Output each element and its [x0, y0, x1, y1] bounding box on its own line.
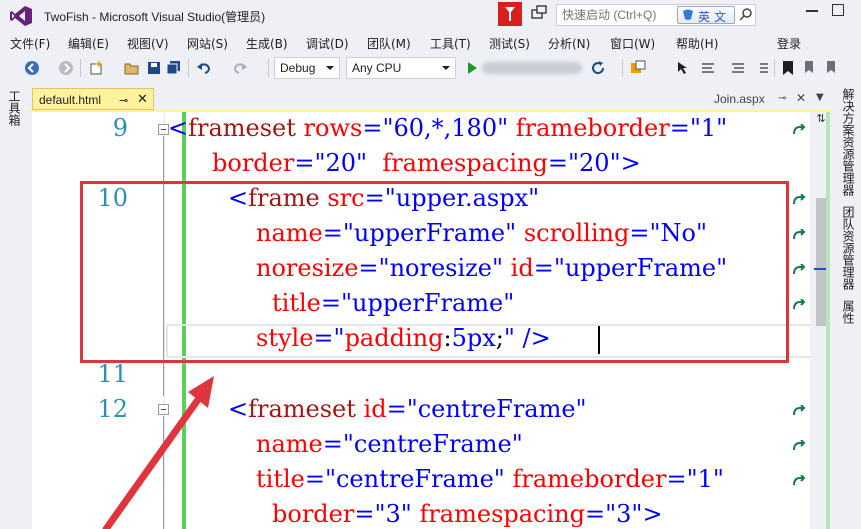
toolbox-strip: 工具箱	[0, 88, 26, 529]
close-icon[interactable]: ✕	[796, 91, 806, 105]
toolbar-separator	[268, 59, 269, 77]
navigate-forward-icon[interactable]	[58, 60, 74, 76]
browser-link-icon[interactable]	[630, 60, 646, 76]
menu-build[interactable]: 生成(B)	[246, 35, 288, 52]
menu-file[interactable]: 文件(F)	[10, 35, 50, 52]
ime-label: 英文	[698, 10, 731, 24]
menu-tools[interactable]: 工具(T)	[430, 35, 471, 52]
refresh-icon[interactable]	[590, 60, 606, 76]
properties-tab[interactable]: 属性	[840, 300, 857, 324]
team-explorer-tab[interactable]: 团队资源管理器	[840, 206, 857, 290]
close-icon[interactable]: ✕	[137, 92, 148, 107]
indent-icon[interactable]	[754, 60, 770, 76]
start-debugging-icon[interactable]	[464, 60, 480, 76]
open-folder-icon[interactable]	[124, 60, 140, 76]
window-title: TwoFish - Microsoft Visual Studio(管理员)	[44, 10, 266, 24]
chevron-down-icon	[326, 66, 334, 70]
word-wrap-icon	[793, 264, 806, 275]
annotation-highlight-box	[80, 181, 789, 363]
menu-view[interactable]: 视图(V)	[127, 35, 169, 52]
solution-explorer-tab[interactable]: 解决方案资源管理器	[840, 88, 857, 196]
redo-icon[interactable]	[232, 60, 248, 76]
code-line: <frameset rows="60,*,180" frameborder="1…	[168, 114, 728, 142]
menu-debug[interactable]: 调试(D)	[306, 35, 349, 52]
word-wrap-icon	[793, 440, 806, 451]
tab-default-html[interactable]: default.html ⊸ ✕	[32, 88, 154, 110]
solution-platform-dropdown[interactable]: Any CPU	[346, 57, 456, 79]
menu-analyze[interactable]: 分析(N)	[548, 35, 590, 52]
next-bookmark-icon[interactable]	[824, 60, 840, 76]
sign-in-link[interactable]: 登录	[777, 35, 801, 52]
toolbar-separator	[80, 59, 81, 77]
visual-studio-logo-icon	[10, 6, 32, 26]
feedback-icon[interactable]	[530, 4, 548, 22]
code-line: name="centreFrame"	[256, 430, 523, 458]
code-line: border="3" framespacing="3">	[272, 500, 663, 528]
pin-icon[interactable]: ⊸	[119, 94, 128, 107]
code-line: border="20" framespacing="20">	[212, 149, 641, 177]
word-wrap-icon	[793, 475, 806, 486]
toolbar-separator	[774, 59, 775, 77]
title-bar: TwoFish - Microsoft Visual Studio(管理员) 英…	[0, 0, 861, 32]
quick-launch-box[interactable]: 英文	[556, 4, 756, 26]
save-all-icon[interactable]	[166, 60, 182, 76]
menu-bar: 文件(F) 编辑(E) 视图(V) 网站(S) 生成(B) 调试(D) 团队(M…	[0, 32, 861, 54]
new-project-icon[interactable]	[88, 60, 104, 76]
split-window-icon[interactable]: ⇅	[812, 112, 830, 128]
document-tab-row: default.html ⊸ ✕ Join.aspx ⊸ ✕ ▼	[28, 88, 833, 112]
start-target-label[interactable]	[482, 62, 582, 74]
menu-help[interactable]: 帮助(H)	[676, 35, 718, 52]
undo-icon[interactable]	[196, 60, 212, 76]
ime-icon	[683, 9, 693, 20]
right-tool-strip: 解决方案资源管理器 团队资源管理器 属性	[833, 88, 861, 529]
tab-join-aspx[interactable]: Join.aspx	[714, 92, 765, 106]
comment-out-icon[interactable]	[700, 60, 716, 76]
menu-website[interactable]: 网站(S)	[187, 35, 228, 52]
word-wrap-icon	[793, 405, 806, 416]
menu-window[interactable]: 窗口(W)	[610, 35, 655, 52]
menu-team[interactable]: 团队(M)	[367, 35, 411, 52]
annotation-arrow-icon	[102, 376, 214, 529]
maximize-button[interactable]	[832, 4, 844, 16]
menu-test[interactable]: 测试(S)	[489, 35, 530, 52]
flag-icon	[505, 7, 515, 21]
toolbar-separator	[188, 59, 189, 77]
pin-icon[interactable]: ⊸	[778, 93, 786, 104]
quick-launch-input[interactable]	[557, 5, 673, 25]
menu-edit[interactable]: 编辑(E)	[68, 35, 109, 52]
platform-value: Any CPU	[352, 61, 402, 75]
code-line: title="centreFrame" frameborder="1"	[256, 465, 724, 493]
previous-bookmark-icon[interactable]	[802, 60, 818, 76]
scrollbar-change-markers	[826, 112, 830, 529]
chevron-down-icon	[442, 66, 450, 70]
save-icon[interactable]	[146, 60, 162, 76]
visual-studio-window: TwoFish - Microsoft Visual Studio(管理员) 英…	[0, 0, 861, 529]
toolbar-separator	[622, 59, 623, 77]
word-wrap-icon	[793, 194, 806, 205]
tab-label: default.html	[39, 93, 102, 107]
word-wrap-icon	[793, 124, 806, 135]
standard-toolbar: Debug Any CPU	[0, 54, 861, 82]
navigate-back-icon[interactable]	[24, 60, 40, 76]
code-line: <frameset id="centreFrame"	[228, 395, 587, 423]
toolbox-tab[interactable]: 工具箱	[6, 90, 23, 126]
bookmark-icon[interactable]	[780, 60, 796, 76]
chevron-down-icon[interactable]: ▼	[816, 92, 824, 103]
select-element-icon[interactable]	[676, 60, 692, 76]
minimize-button[interactable]	[806, 10, 818, 12]
word-wrap-icon	[793, 229, 806, 240]
search-icon[interactable]	[739, 7, 753, 21]
line-number: 9	[112, 114, 128, 142]
configuration-value: Debug	[280, 61, 316, 75]
word-wrap-icon	[793, 299, 806, 310]
ime-status-badge[interactable]: 英文	[677, 6, 735, 24]
solution-configuration-dropdown[interactable]: Debug	[274, 57, 340, 79]
notification-flag-button[interactable]	[498, 2, 522, 26]
uncomment-icon[interactable]	[730, 60, 746, 76]
scrollbar-thumb[interactable]	[816, 198, 826, 326]
